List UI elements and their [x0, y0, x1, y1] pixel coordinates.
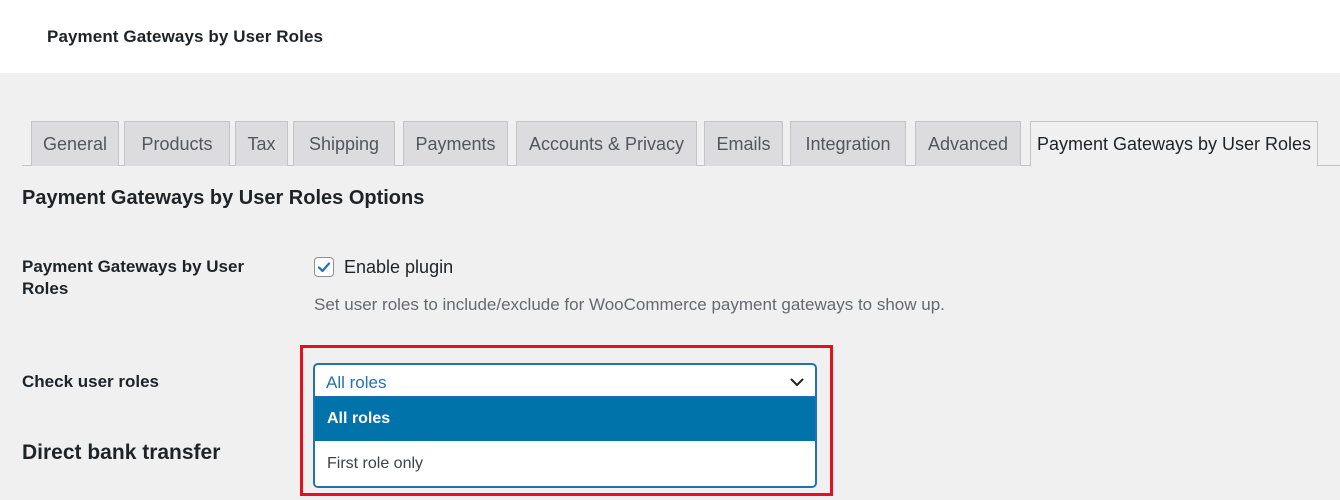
tab-general[interactable]: General: [31, 121, 119, 166]
enable-plugin-label[interactable]: Enable plugin: [344, 257, 453, 278]
tab-payments[interactable]: Payments: [403, 121, 508, 166]
tab-emails[interactable]: Emails: [704, 121, 783, 166]
tab-shipping[interactable]: Shipping: [293, 121, 395, 166]
tab-products[interactable]: Products: [124, 121, 230, 166]
checkmark-icon: [317, 262, 331, 273]
enable-plugin-description: Set user roles to include/exclude for Wo…: [314, 295, 945, 314]
settings-tabs: General Products Tax Shipping Payments A…: [22, 120, 1340, 167]
select-current-value: All roles: [326, 373, 387, 392]
chevron-down-icon: [790, 378, 804, 386]
top-header: Payment Gateways by User Roles: [0, 0, 1340, 73]
enable-plugin-row-label: Payment Gateways by User Roles: [22, 257, 245, 298]
tab-payment-gateways-by-user-roles[interactable]: Payment Gateways by User Roles: [1030, 121, 1318, 167]
enable-plugin-checkbox[interactable]: [314, 257, 334, 277]
tab-advanced[interactable]: Advanced: [915, 121, 1021, 166]
tab-tax[interactable]: Tax: [235, 121, 288, 166]
check-user-roles-dropdown: All roles First role only: [314, 397, 816, 487]
check-user-roles-select[interactable]: All roles: [314, 364, 816, 398]
direct-bank-transfer-heading: Direct bank transfer: [22, 441, 221, 464]
section-title: Payment Gateways by User Roles Options: [22, 187, 425, 209]
tab-integration[interactable]: Integration: [790, 121, 906, 166]
option-all-roles[interactable]: All roles: [315, 397, 815, 441]
page-title: Payment Gateways by User Roles: [47, 27, 324, 46]
tab-accounts-privacy[interactable]: Accounts & Privacy: [516, 121, 697, 166]
check-user-roles-label: Check user roles: [22, 372, 160, 391]
option-first-role-only[interactable]: First role only: [315, 442, 815, 486]
